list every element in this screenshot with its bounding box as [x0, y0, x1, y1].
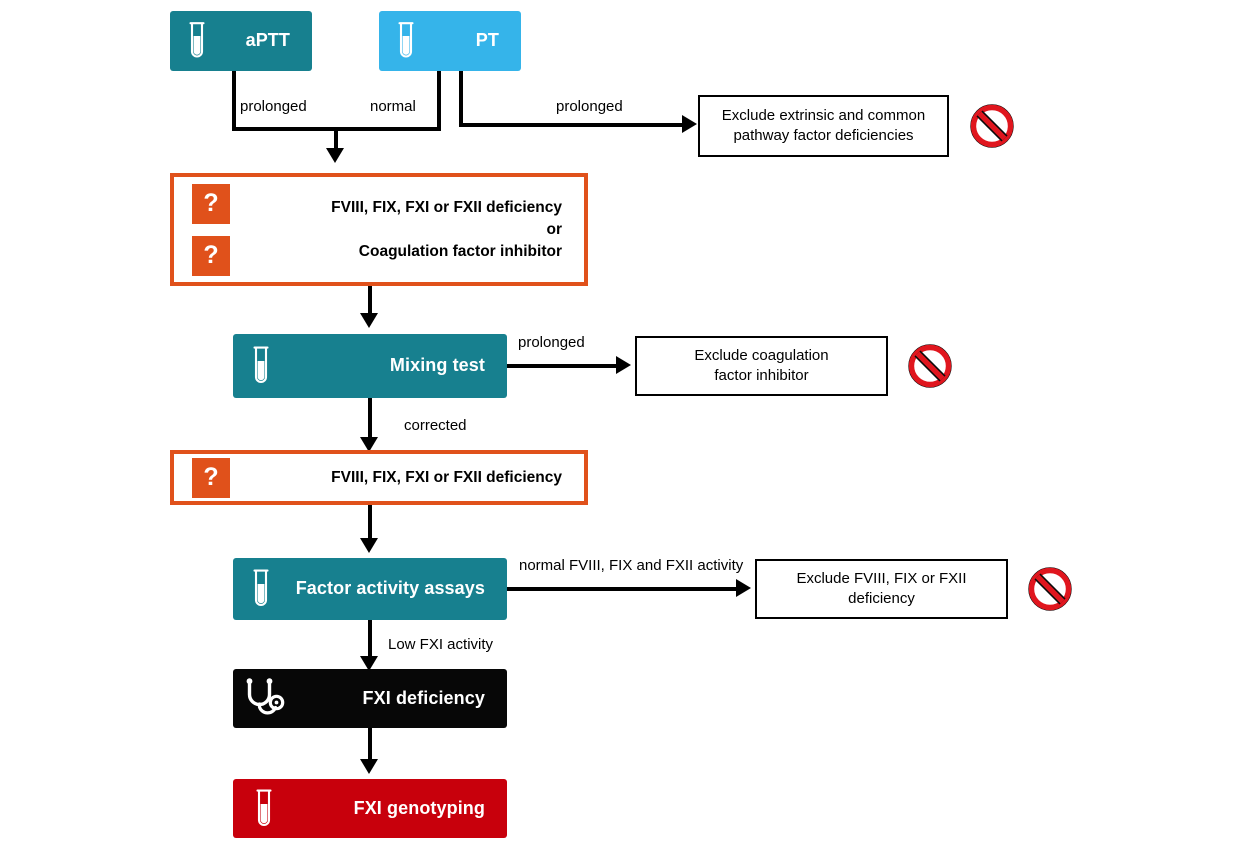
connector-assays-normal [507, 587, 740, 591]
node-fxi-deficiency-label: FXI deficiency [362, 687, 485, 708]
edge-label-mixing-corrected: corrected [404, 417, 467, 434]
node-factor-activity-assays-label: Factor activity assays [295, 578, 485, 599]
exclude-fviii-line2: deficiency [848, 590, 915, 607]
test-tube-icon [233, 787, 295, 831]
edge-label-aptt-prolonged: prolonged [240, 98, 307, 115]
arrow-to-fxi-genotyping [360, 759, 378, 774]
deficiency-or-inhibitor-line2: or [546, 220, 563, 238]
test-tube-icon [170, 20, 224, 62]
edge-label-mixing-prolonged: prolonged [518, 334, 585, 351]
arrow-to-deficiency-box [326, 148, 344, 163]
node-aptt[interactable]: aPTT [170, 11, 312, 71]
connector-aptt-down [232, 71, 236, 130]
arrow-to-exclude-inhibitor [616, 356, 631, 374]
node-fxi-genotyping[interactable]: FXI genotyping [233, 779, 507, 838]
arrow-to-exclude-extrinsic [682, 115, 697, 133]
stethoscope-icon [233, 677, 295, 721]
node-mixing-test[interactable]: Mixing test [233, 334, 507, 398]
question-mark-group: ? [192, 454, 230, 501]
node-pt-label: PT [475, 30, 499, 51]
edge-label-pt-prolonged: prolonged [556, 98, 623, 115]
flowchart-canvas: aPTT PT prolonged normal prolonged Exclu… [0, 0, 1244, 851]
no-entry-icon [906, 342, 954, 395]
connector-pt-down [437, 71, 441, 130]
edge-label-assay-normal: normal FVIII, FIX and FXII activity [519, 557, 744, 574]
question-mark-icon: ? [192, 235, 230, 276]
exclude-inhibitor-line2: factor inhibitor [714, 367, 809, 384]
connector-pt-right-down [459, 71, 463, 126]
node-deficiency[interactable]: ? FVIII, FIX, FXI or FXII deficiency [170, 450, 588, 505]
test-tube-icon [233, 567, 289, 611]
node-fxi-deficiency[interactable]: FXI deficiency [233, 669, 507, 728]
deficiency-or-inhibitor-line1: FVIII, FIX, FXI or FXII deficiency [331, 198, 562, 216]
deficiency-text: FVIII, FIX, FXI or FXII deficiency [331, 454, 562, 501]
node-fxi-genotyping-label: FXI genotyping [353, 797, 485, 818]
arrow-to-mixing-test [360, 313, 378, 328]
connector-pt-prolonged [459, 123, 687, 127]
no-entry-icon [968, 102, 1016, 155]
node-exclude-inhibitor[interactable]: Exclude coagulation factor inhibitor [635, 336, 888, 396]
question-mark-group: ? ? [192, 177, 230, 282]
node-deficiency-or-inhibitor[interactable]: ? ? FVIII, FIX, FXI or FXII deficiency o… [170, 173, 588, 286]
exclude-inhibitor-line1: Exclude coagulation [694, 346, 829, 364]
node-exclude-extrinsic[interactable]: Exclude extrinsic and common pathway fac… [698, 95, 949, 157]
node-pt[interactable]: PT [379, 11, 521, 71]
node-exclude-fviii[interactable]: Exclude FVIII, FIX or FXII deficiency [755, 559, 1008, 619]
deficiency-or-inhibitor-text: FVIII, FIX, FXI or FXII deficiency or Co… [331, 177, 562, 282]
test-tube-icon [379, 20, 433, 62]
arrow-to-factor-activity-assays [360, 538, 378, 553]
deficiency-line1: FVIII, FIX, FXI or FXII deficiency [331, 468, 562, 486]
edge-label-pt-normal: normal [370, 98, 416, 115]
exclude-extrinsic-line1: Exclude extrinsic and common [721, 106, 926, 124]
connector-mixing-prolonged [507, 364, 620, 368]
edge-label-assay-low: Low FXI activity [388, 636, 494, 653]
no-entry-icon [1026, 565, 1074, 618]
node-mixing-test-label: Mixing test [389, 355, 485, 376]
node-aptt-label: aPTT [245, 30, 290, 51]
exclude-fviii-line1: Exclude FVIII, FIX or FXII [796, 569, 967, 587]
test-tube-icon [233, 344, 289, 388]
exclude-extrinsic-line2: pathway factor deficiencies [733, 127, 914, 144]
deficiency-or-inhibitor-line3: Coagulation factor inhibitor [358, 242, 562, 260]
arrow-to-exclude-fviii [736, 579, 751, 597]
node-factor-activity-assays[interactable]: Factor activity assays [233, 558, 507, 620]
question-mark-icon: ? [192, 457, 230, 498]
question-mark-icon: ? [192, 183, 230, 224]
